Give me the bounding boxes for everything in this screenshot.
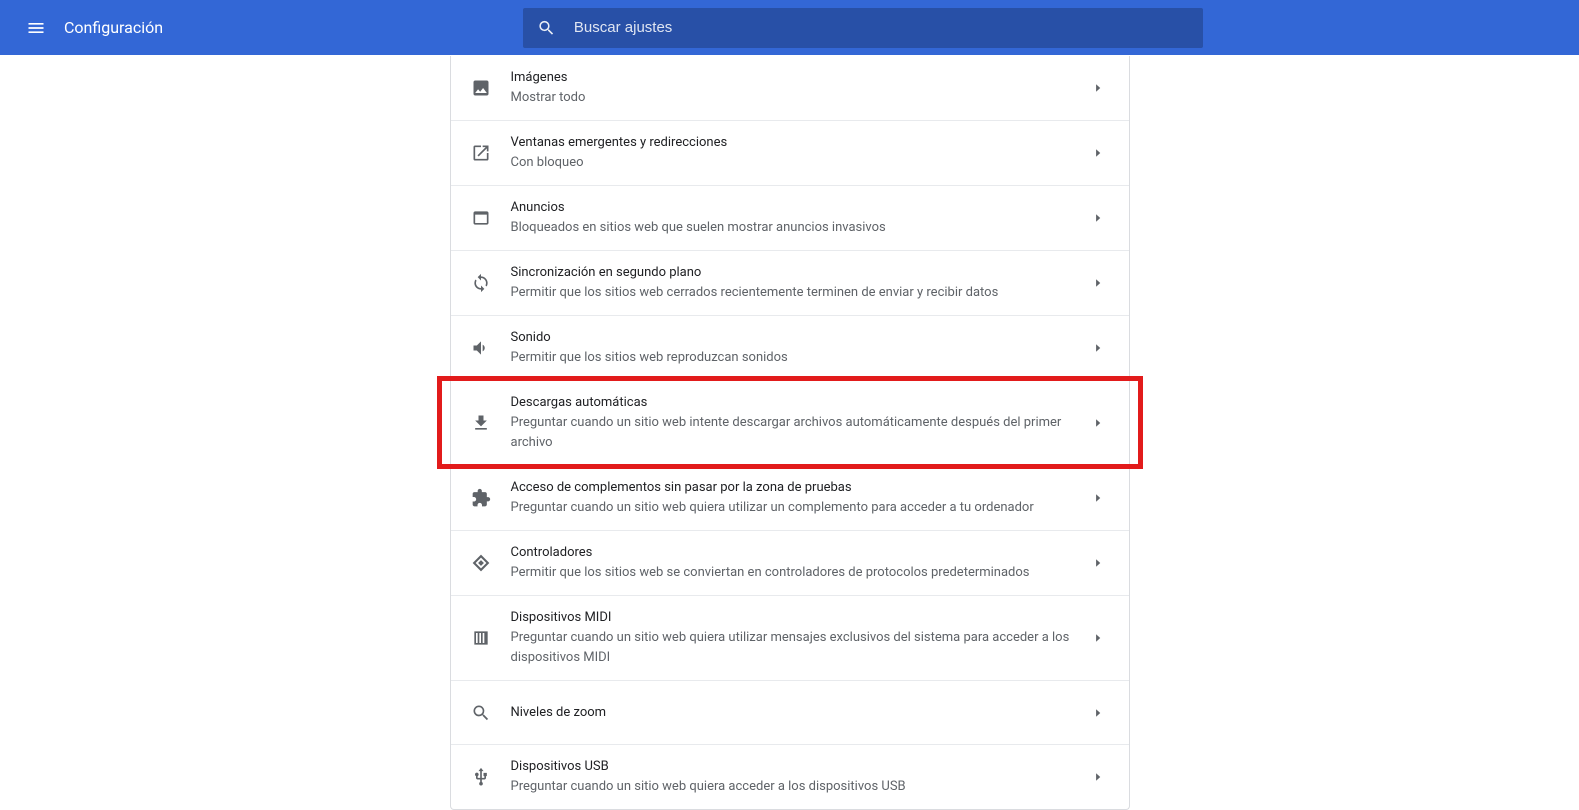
search-wrap [163,8,1563,48]
settings-row-subtitle: Permitir que los sitios web se convierta… [511,563,1073,583]
chevron-right-icon [1089,278,1109,288]
chevron-right-icon [1089,83,1109,93]
chevron-right-icon [1089,493,1109,503]
content-area: ImágenesMostrar todo Ventanas emergentes … [0,55,1579,810]
settings-row-title: Ventanas emergentes y redirecciones [511,133,1073,153]
settings-row-subtitle: Preguntar cuando un sitio web quiera uti… [511,498,1073,518]
launch-icon [471,143,491,163]
settings-row-subtitle: Preguntar cuando un sitio web intente de… [511,413,1073,453]
image-icon [471,78,491,98]
settings-row-subtitle: Preguntar cuando un sitio web quiera acc… [511,777,1073,797]
settings-row-body: SonidoPermitir que los sitios web reprod… [511,328,1089,368]
menu-button[interactable] [16,8,56,48]
settings-row-title: Sincronización en segundo plano [511,263,1073,283]
settings-row-body: ControladoresPermitir que los sitios web… [511,543,1089,583]
sync-icon [471,273,491,293]
settings-row-title: Controladores [511,543,1073,563]
settings-row-subtitle: Mostrar todo [511,88,1073,108]
settings-row-body: Dispositivos USBPreguntar cuando un siti… [511,757,1089,797]
search-input[interactable] [574,19,1189,36]
zoom-icon [471,703,491,723]
settings-row-body: ImágenesMostrar todo [511,68,1089,108]
settings-row[interactable]: Sincronización en segundo planoPermitir … [451,250,1129,315]
settings-row[interactable]: ControladoresPermitir que los sitios web… [451,530,1129,595]
settings-row-highlighted[interactable]: Descargas automáticasPreguntar cuando un… [451,380,1129,465]
settings-row-body: Niveles de zoom [511,703,1089,723]
settings-row-title: Niveles de zoom [511,703,1073,723]
tab-icon [471,208,491,228]
settings-row-title: Anuncios [511,198,1073,218]
settings-row-subtitle: Con bloqueo [511,153,1073,173]
settings-row-title: Acceso de complementos sin pasar por la … [511,478,1073,498]
settings-row-title: Dispositivos USB [511,757,1073,777]
settings-row[interactable]: Dispositivos USBPreguntar cuando un siti… [451,744,1129,809]
usb-icon [471,767,491,787]
chevron-right-icon [1089,343,1109,353]
download-icon [471,413,491,433]
settings-row-title: Descargas automáticas [511,393,1073,413]
chevron-right-icon [1089,772,1109,782]
settings-row-subtitle: Permitir que los sitios web reproduzcan … [511,348,1073,368]
chevron-right-icon [1089,213,1109,223]
settings-row-title: Dispositivos MIDI [511,608,1073,628]
settings-row-subtitle: Bloqueados en sitios web que suelen most… [511,218,1073,238]
handlers-icon [471,553,491,573]
chevron-right-icon [1089,708,1109,718]
settings-row-body: Acceso de complementos sin pasar por la … [511,478,1089,518]
chevron-right-icon [1089,148,1109,158]
settings-row-body: AnunciosBloqueados en sitios web que sue… [511,198,1089,238]
settings-row[interactable]: Niveles de zoom [451,680,1129,744]
extension-icon [471,488,491,508]
sound-icon [471,338,491,358]
hamburger-icon [26,18,46,38]
search-box[interactable] [523,8,1203,48]
settings-row-body: Dispositivos MIDIPreguntar cuando un sit… [511,608,1089,668]
chevron-right-icon [1089,418,1109,428]
midi-icon [471,628,491,648]
settings-row[interactable]: Acceso de complementos sin pasar por la … [451,465,1129,530]
chevron-right-icon [1089,633,1109,643]
settings-row-title: Imágenes [511,68,1073,88]
settings-row-title: Sonido [511,328,1073,348]
settings-row-body: Sincronización en segundo planoPermitir … [511,263,1089,303]
settings-row[interactable]: Dispositivos MIDIPreguntar cuando un sit… [451,595,1129,680]
chevron-right-icon [1089,558,1109,568]
page-title: Configuración [64,18,163,37]
settings-row-subtitle: Preguntar cuando un sitio web quiera uti… [511,628,1073,668]
settings-row[interactable]: ImágenesMostrar todo [451,56,1129,120]
settings-row-body: Ventanas emergentes y redireccionesCon b… [511,133,1089,173]
settings-row-body: Descargas automáticasPreguntar cuando un… [511,393,1089,453]
settings-row[interactable]: Ventanas emergentes y redireccionesCon b… [451,120,1129,185]
settings-card: ImágenesMostrar todo Ventanas emergentes … [450,56,1130,810]
settings-row-subtitle: Permitir que los sitios web cerrados rec… [511,283,1073,303]
app-header: Configuración [0,0,1579,55]
search-icon [537,18,556,38]
settings-row[interactable]: SonidoPermitir que los sitios web reprod… [451,315,1129,380]
settings-row[interactable]: AnunciosBloqueados en sitios web que sue… [451,185,1129,250]
